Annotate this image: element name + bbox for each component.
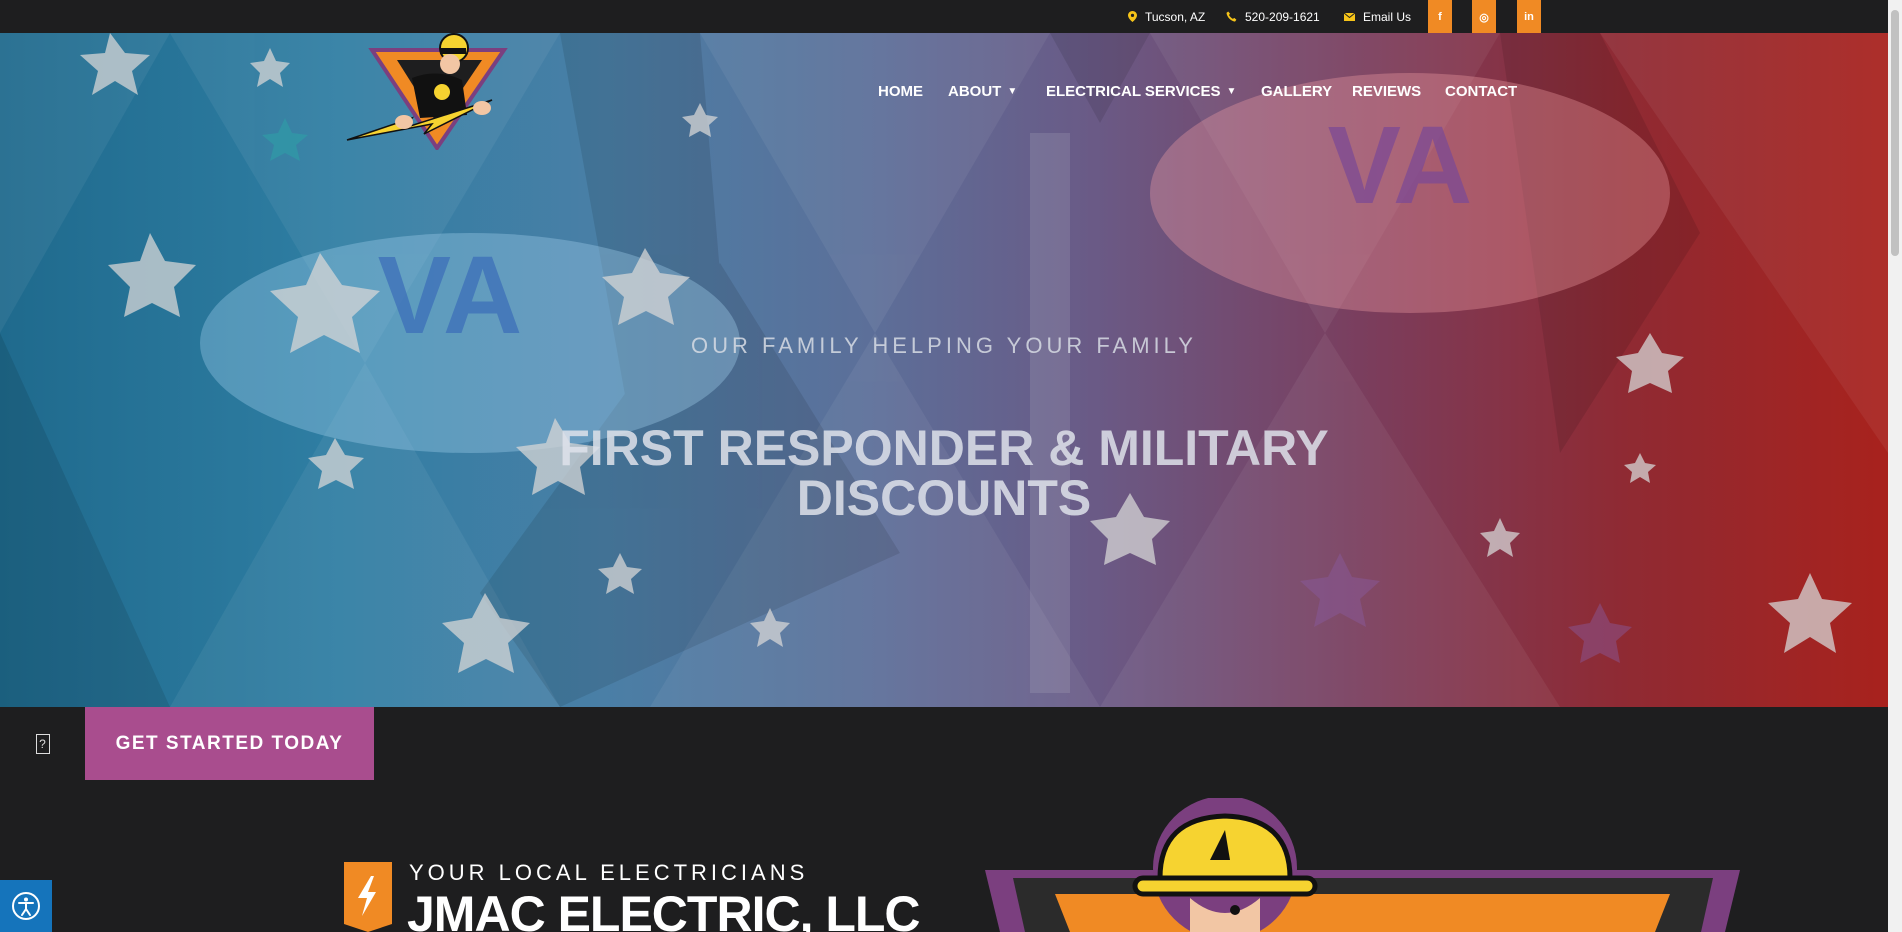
linkedin-icon: in bbox=[1517, 0, 1541, 34]
instagram-icon: ◎ bbox=[1472, 0, 1496, 34]
hero-banner: VA VA OUR FAMILY HELPING YOUR FAMILY FIR… bbox=[0, 33, 1888, 707]
nav-item-contact[interactable]: CONTACT bbox=[1445, 80, 1517, 102]
phone-text: 520-209-1621 bbox=[1245, 9, 1320, 24]
top-bar: Tucson, AZ 520-209-1621 Email Us f ◎ in bbox=[0, 0, 1888, 41]
accessibility-button[interactable] bbox=[0, 880, 52, 932]
nav-item-electrical-services[interactable]: ELECTRICAL SERVICES ▼ bbox=[1046, 80, 1236, 102]
nav-item-gallery[interactable]: GALLERY bbox=[1261, 80, 1332, 102]
get-started-button[interactable]: GET STARTED TODAY bbox=[85, 707, 374, 780]
location-info: Tucson, AZ bbox=[1128, 0, 1205, 33]
company-logo-large bbox=[985, 798, 1740, 932]
hero-headline-line1: FIRST RESPONDER & MILITARY bbox=[559, 420, 1329, 476]
nav-item-home[interactable]: HOME bbox=[878, 80, 923, 102]
hero-kicker: OUR FAMILY HELPING YOUR FAMILY bbox=[691, 333, 1197, 358]
site-logo[interactable] bbox=[342, 30, 517, 150]
about-kicker: YOUR LOCAL ELECTRICIANS bbox=[409, 860, 809, 885]
hero-headline-line2: DISCOUNTS bbox=[796, 470, 1092, 526]
facebook-icon: f bbox=[1428, 0, 1452, 34]
email-link[interactable]: Email Us bbox=[1344, 0, 1411, 33]
chevron-down-icon: ▼ bbox=[1226, 85, 1237, 97]
email-text: Email Us bbox=[1363, 9, 1412, 24]
hero-background: VA VA bbox=[0, 33, 1888, 707]
about-title: JMAC ELECTRIC, LLC bbox=[407, 886, 921, 932]
phone-icon bbox=[1226, 11, 1237, 22]
bolt-icon bbox=[344, 862, 392, 932]
hero-headline: FIRST RESPONDER & MILITARY DISCOUNTS bbox=[0, 423, 1888, 523]
help-icon: ? bbox=[35, 733, 50, 754]
help-button[interactable]: ? bbox=[0, 707, 85, 780]
background-va-right: VA bbox=[1328, 104, 1473, 227]
envelope-icon bbox=[1344, 12, 1355, 21]
scrollbar-thumb[interactable] bbox=[1891, 10, 1899, 256]
nav-item-reviews[interactable]: REVIEWS bbox=[1352, 80, 1421, 102]
phone-link[interactable]: 520-209-1621 bbox=[1226, 0, 1320, 33]
map-marker-icon bbox=[1128, 11, 1137, 22]
page: Tucson, AZ 520-209-1621 Email Us f ◎ in bbox=[0, 0, 1902, 932]
accessibility-icon bbox=[12, 892, 40, 920]
nav-item-about[interactable]: ABOUT ▼ bbox=[948, 80, 1017, 102]
location-text: Tucson, AZ bbox=[1145, 9, 1206, 24]
chevron-down-icon: ▼ bbox=[1007, 85, 1018, 97]
page-scrollbar[interactable] bbox=[1888, 0, 1902, 932]
